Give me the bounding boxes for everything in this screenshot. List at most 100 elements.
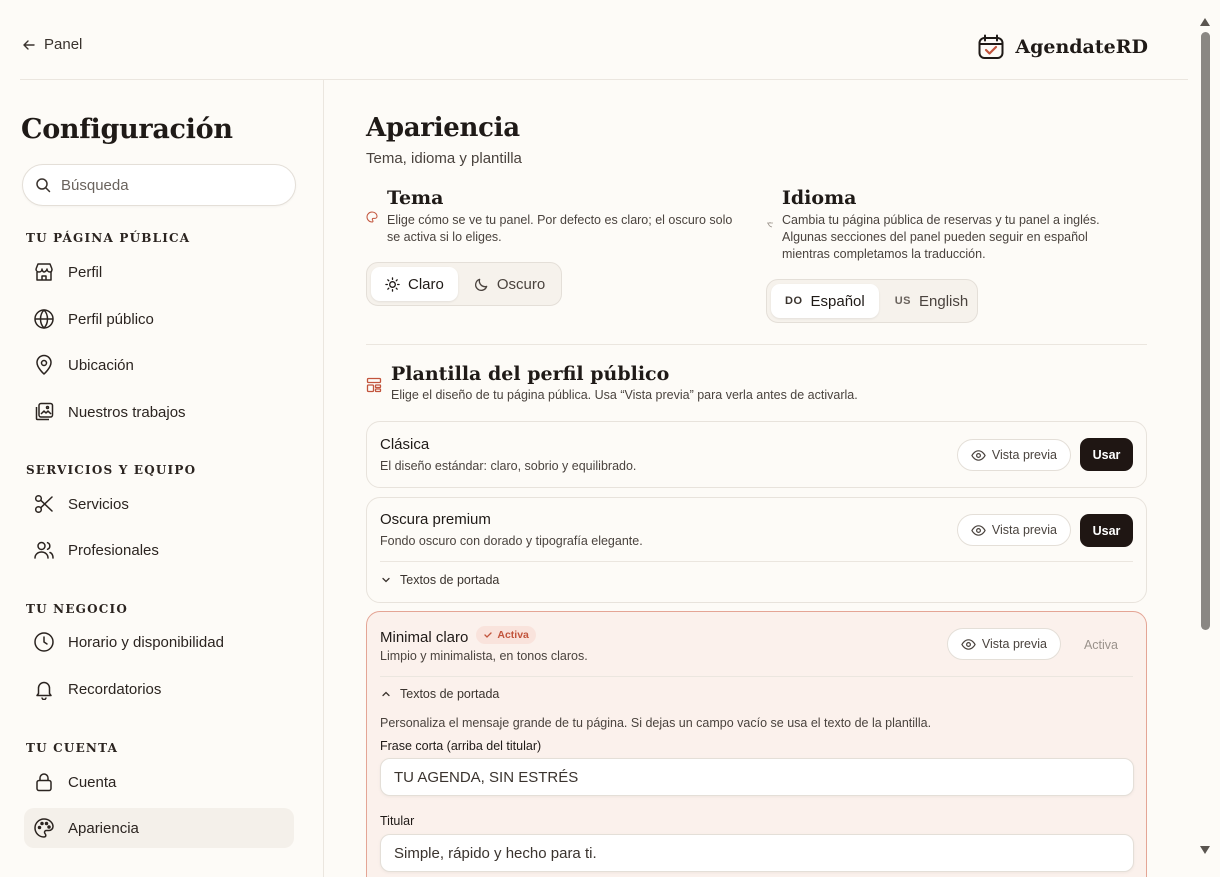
template-name-row: Minimal claro Activa xyxy=(380,626,536,646)
sidebar-item-account[interactable]: Cuenta xyxy=(24,762,294,802)
cover-texts-expander[interactable]: Textos de portada xyxy=(380,573,499,587)
section-heading-account: TU CUENTA xyxy=(26,741,119,755)
template-card-dark-premium: Oscura premium Fondo oscuro con dorado y… xyxy=(366,497,1147,603)
lock-icon xyxy=(36,773,52,792)
template-desc: El diseño estándar: claro, sobrio y equi… xyxy=(380,459,637,473)
preview-label: Vista previa xyxy=(991,523,1057,537)
sidebar-item-label: Ubicación xyxy=(68,356,134,374)
preview-button[interactable]: Vista previa xyxy=(956,514,1071,546)
preview-button[interactable]: Vista previa xyxy=(956,439,1071,471)
theme-option-label: Claro xyxy=(408,275,444,293)
page-title: Apariencia xyxy=(366,113,520,143)
moon-icon xyxy=(474,278,488,291)
section-heading-public-page: TU PÁGINA PÚBLICA xyxy=(26,231,191,245)
chevron-up-icon xyxy=(382,691,390,697)
page-subtitle: Tema, idioma y plantilla xyxy=(366,150,522,167)
tagline-label: Frase corta (arriba del titular) xyxy=(380,739,542,753)
preview-label: Vista previa xyxy=(991,448,1057,462)
sidebar-item-services[interactable]: Servicios xyxy=(24,484,294,524)
palette-icon xyxy=(34,818,54,838)
clock-icon xyxy=(34,632,54,652)
bell-icon xyxy=(36,681,52,700)
sidebar-item-our-work[interactable]: Nuestros trabajos xyxy=(24,392,294,432)
sidebar-item-appearance[interactable]: Apariencia xyxy=(24,808,294,848)
section-heading-business: TU NEGOCIO xyxy=(26,602,129,616)
use-template-button[interactable]: Usar xyxy=(1080,514,1133,547)
template-description: Elige el diseño de tu página pública. Us… xyxy=(391,388,858,402)
language-title: Idioma xyxy=(782,187,857,209)
language-option-label: Español xyxy=(810,292,865,310)
template-desc: Limpio y minimalista, en tonos claros. xyxy=(380,649,588,663)
store-icon xyxy=(35,263,53,281)
language-toggle: DO Español US English xyxy=(766,279,978,323)
preview-button[interactable]: Vista previa xyxy=(946,628,1061,660)
sidebar-item-profile[interactable]: Perfil xyxy=(24,252,294,292)
scrollbar[interactable] xyxy=(1190,0,1220,877)
scissors-icon xyxy=(34,494,53,514)
template-name: Clásica xyxy=(380,436,430,453)
brand-name: AgendateRD xyxy=(1015,36,1148,58)
headline-label: Titular xyxy=(380,814,415,828)
use-template-button[interactable]: Usar xyxy=(1080,438,1133,471)
sidebar-item-label: Cuenta xyxy=(68,773,117,791)
template-card-minimal-light: Minimal claro Activa Limpio y minimalista… xyxy=(366,611,1147,877)
theme-option-dark[interactable]: Oscuro xyxy=(460,267,559,301)
tagline-field[interactable] xyxy=(380,758,1134,796)
template-title: Plantilla del perfil público xyxy=(391,363,670,385)
sidebar-item-public-profile[interactable]: Perfil público xyxy=(24,299,294,339)
scrollbar-thumb[interactable] xyxy=(1201,32,1210,630)
tagline-input[interactable] xyxy=(394,768,1114,786)
sidebar-item-label: Perfil público xyxy=(68,310,154,328)
brand-logo[interactable]: AgendateRD xyxy=(977,33,1148,61)
headline-field[interactable] xyxy=(380,834,1134,872)
card-divider xyxy=(380,676,1133,677)
template-card-classic: Clásica El diseño estándar: claro, sobri… xyxy=(366,421,1147,488)
flag-us-icon: US xyxy=(894,295,911,307)
theme-title: Tema xyxy=(387,187,444,209)
search-input[interactable] xyxy=(61,176,281,194)
eye-icon xyxy=(971,524,986,536)
sidebar-item-label: Recordatorios xyxy=(68,680,162,698)
chevron-down-icon xyxy=(382,577,390,583)
sidebar-item-label: Profesionales xyxy=(68,541,159,559)
expander-label: Textos de portada xyxy=(400,687,500,701)
eye-icon xyxy=(961,638,976,650)
expander-label: Textos de portada xyxy=(400,573,500,587)
sun-icon xyxy=(385,276,400,292)
active-badge: Activa xyxy=(476,626,536,644)
theme-option-light[interactable]: Claro xyxy=(371,267,458,301)
sidebar-item-location[interactable]: Ubicación xyxy=(24,345,294,385)
calendar-check-icon xyxy=(978,34,1004,59)
scroll-down-arrow[interactable] xyxy=(1200,846,1210,854)
check-icon xyxy=(484,632,493,638)
back-to-panel-link[interactable]: Panel xyxy=(22,36,82,53)
sidebar-item-professionals[interactable]: Profesionales xyxy=(24,530,294,570)
search-box[interactable] xyxy=(22,164,296,206)
preview-label: Vista previa xyxy=(981,637,1047,651)
theme-toggle: Claro Oscuro xyxy=(366,262,562,306)
cover-texts-expander[interactable]: Textos de portada xyxy=(380,687,499,701)
sidebar-item-schedule[interactable]: Horario y disponibilidad xyxy=(24,622,294,662)
template-name: Oscura premium xyxy=(380,511,491,528)
sidebar-item-label: Nuestros trabajos xyxy=(68,403,186,421)
active-status: Activa xyxy=(1083,637,1119,652)
layout-template-icon xyxy=(366,377,382,393)
sidebar-item-label: Apariencia xyxy=(68,819,139,837)
sidebar-item-label: Horario y disponibilidad xyxy=(68,633,224,651)
language-option-spanish[interactable]: DO Español xyxy=(771,284,879,318)
palette-icon xyxy=(366,211,378,223)
scroll-up-arrow[interactable] xyxy=(1200,18,1210,26)
headline-input[interactable] xyxy=(394,844,1114,862)
language-description: Cambia tu página pública de reservas y t… xyxy=(782,213,1100,261)
cover-texts-help: Personaliza el mensaje grande de tu pági… xyxy=(380,716,932,730)
settings-sidebar: Configuración TU PÁGINA PÚBLICA Perfil P… xyxy=(20,80,324,877)
sidebar-title: Configuración xyxy=(21,114,233,145)
sidebar-item-reminders[interactable]: Recordatorios xyxy=(24,669,294,709)
flag-do-icon: DO xyxy=(785,295,803,307)
sidebar-item-label: Perfil xyxy=(68,263,103,281)
top-bar: Panel AgendateRD xyxy=(20,0,1188,80)
eye-icon xyxy=(971,449,986,461)
theme-description: Elige cómo se ve tu panel. Por defecto e… xyxy=(387,213,733,244)
arrow-left-icon xyxy=(23,39,35,50)
language-option-english[interactable]: US English xyxy=(881,284,982,318)
